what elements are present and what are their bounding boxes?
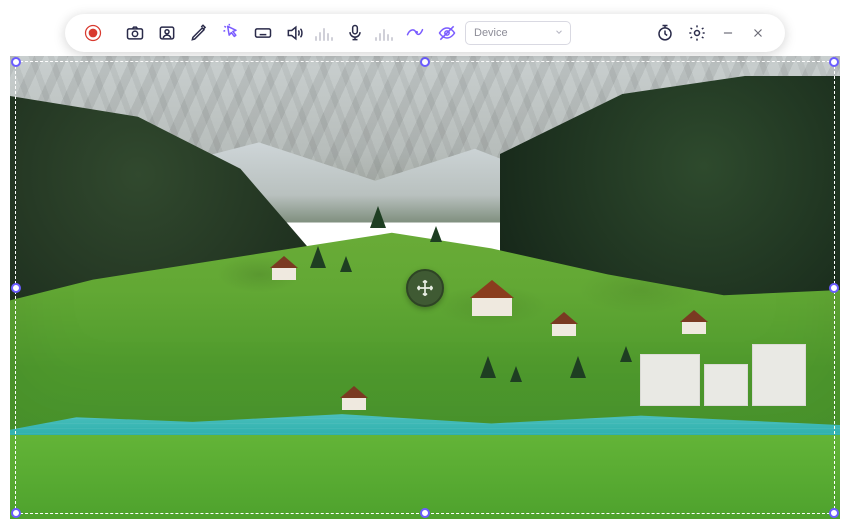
pencil-icon [189,23,209,43]
preview-building [704,364,748,406]
draw-button[interactable] [185,19,213,47]
person-frame-icon [157,23,177,43]
device-select[interactable]: Device [465,21,571,45]
record-icon [83,23,103,43]
speaker-icon [285,23,305,43]
close-icon [751,26,765,40]
preview-tree [370,206,386,228]
cursor-click-icon [221,23,241,43]
resize-handle-nw[interactable] [11,57,21,67]
record-button[interactable] [79,19,107,47]
preview-house [680,310,708,334]
keystroke-button[interactable] [249,19,277,47]
auto-stop-icon [405,23,425,43]
minimize-button[interactable] [715,20,741,46]
preview-tree [310,246,326,268]
resize-handle-ne[interactable] [829,57,839,67]
keyboard-icon [253,23,273,43]
preview-tree [480,356,496,378]
preview-tree [510,366,522,382]
device-select-label: Device [474,27,508,39]
chevron-down-icon [554,27,564,40]
toolbar: Device [65,14,785,52]
system-audio-button[interactable] [281,19,309,47]
preview-tree [430,226,442,242]
move-handle[interactable] [406,269,444,307]
preview-tree [570,356,586,378]
mic-level [375,25,393,41]
microphone-button[interactable] [341,19,369,47]
preview-building [752,344,806,406]
minimize-icon [721,26,735,40]
preview-grass [10,435,840,519]
timer-icon [655,23,675,43]
camera-icon [125,23,145,43]
schedule-button[interactable] [401,19,429,47]
resize-handle-e[interactable] [829,283,839,293]
screen-recorder-app: Device [0,0,850,529]
resize-handle-s[interactable] [420,508,430,518]
move-icon [415,278,435,298]
capture-area[interactable] [10,56,840,519]
screenshot-button[interactable] [121,19,149,47]
auto-split-button[interactable] [433,19,461,47]
preview-house [550,312,578,336]
preview-house [340,386,368,410]
microphone-icon [345,23,365,43]
toolbar-right-group [651,19,771,47]
resize-handle-w[interactable] [11,283,21,293]
resize-handle-sw[interactable] [11,508,21,518]
webcam-button[interactable] [153,19,181,47]
settings-button[interactable] [683,19,711,47]
resize-handle-se[interactable] [829,508,839,518]
preview-house [470,280,514,316]
eye-off-icon [437,23,457,43]
gear-icon [687,23,707,43]
preview-building [640,354,700,406]
preview-tree [340,256,352,272]
cursor-effects-button[interactable] [217,19,245,47]
preview-house [270,256,298,280]
resize-handle-n[interactable] [420,57,430,67]
system-audio-level [315,25,333,41]
close-button[interactable] [745,20,771,46]
timer-button[interactable] [651,19,679,47]
preview-tree [620,346,632,362]
